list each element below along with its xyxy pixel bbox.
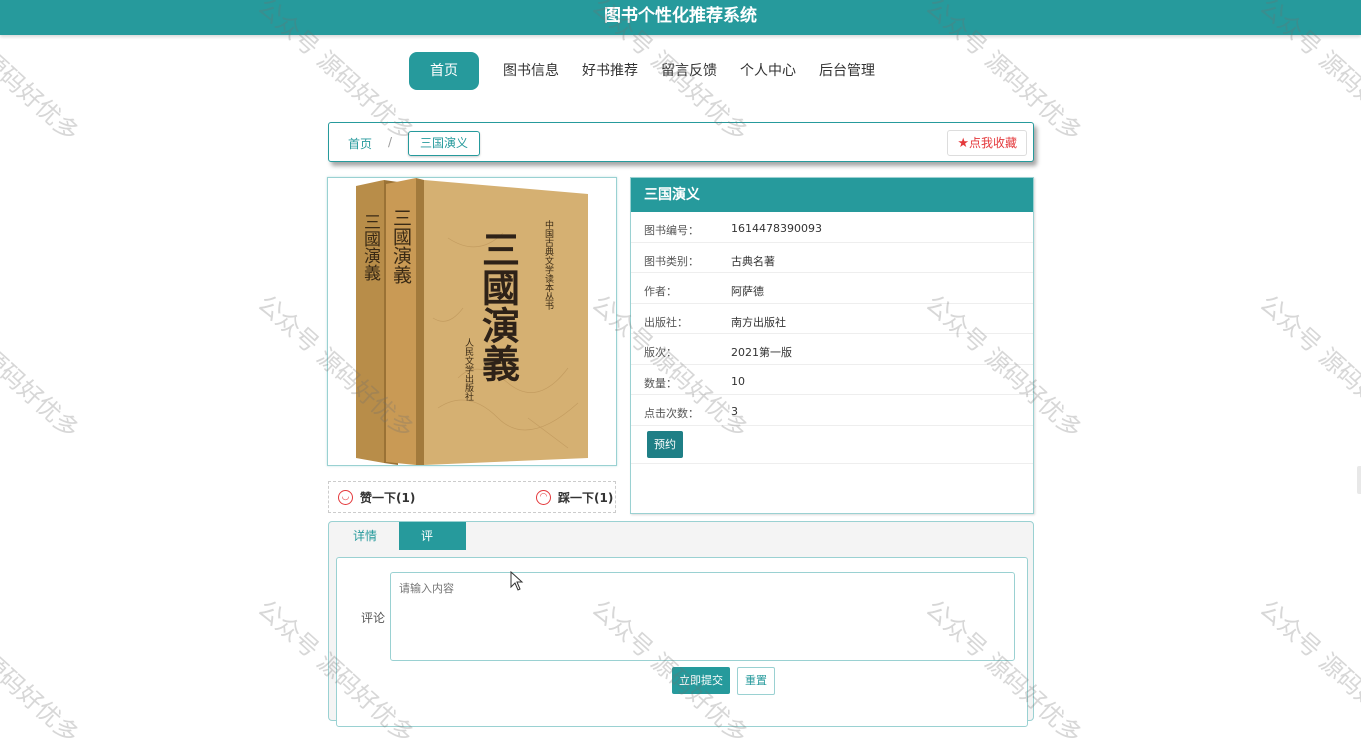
breadcrumb-current[interactable]: 三国演义	[408, 131, 481, 156]
tab-comments[interactable]: 评论	[399, 522, 466, 571]
info-row: 出版社： 南方出版社	[631, 304, 1033, 334]
vote-bar: ◡ 赞一下(1) ◠ 踩一下(1)	[328, 481, 616, 513]
info-key: 作者：	[644, 285, 677, 298]
nav-home[interactable]: 首页	[409, 52, 479, 90]
spine-title-front: 三國演義	[390, 208, 412, 284]
info-row: 点击次数： 3	[631, 395, 1033, 426]
info-key: 版次：	[644, 346, 677, 359]
info-key: 点击次数：	[644, 407, 699, 420]
detail-tabs: 详情 评论 评论 立即提交 重置	[328, 521, 1034, 727]
scroll-edge[interactable]	[1357, 466, 1361, 494]
reset-button[interactable]: 重置	[737, 667, 775, 695]
book-name-heading: 三国演义	[631, 178, 1033, 212]
favorite-button[interactable]: ★点我收藏	[947, 130, 1027, 156]
info-value: 南方出版社	[731, 315, 786, 329]
dislike-button[interactable]: ◠ 踩一下(1)	[536, 489, 613, 506]
book-cover-image: 三國演義 三國演義 三國演義 中国古典文学读本丛书 人民文学出版社	[356, 178, 588, 465]
info-row: 图书编号： 1614478390093	[631, 212, 1033, 243]
cover-publisher: 人民文学出版社	[463, 338, 474, 402]
submit-button[interactable]: 立即提交	[672, 667, 730, 694]
watermark-text: 公众号 源码好优多	[0, 594, 85, 749]
info-row: 数量： 10	[631, 365, 1033, 395]
info-key: 出版社：	[644, 315, 688, 329]
info-value: 10	[731, 374, 745, 388]
smile-icon: ◡	[338, 490, 353, 505]
main-nav: 首页 图书信息 好书推荐 留言反馈 个人中心 后台管理	[409, 52, 895, 90]
mouse-cursor-icon	[510, 571, 524, 591]
dislike-label: 踩一下(1)	[558, 491, 614, 505]
nav-admin[interactable]: 后台管理	[816, 52, 878, 90]
reserve-button[interactable]: 预约	[647, 431, 683, 458]
nav-feedback[interactable]: 留言反馈	[658, 52, 720, 90]
divider	[631, 463, 1033, 464]
info-value: 古典名著	[731, 254, 775, 268]
info-row: 版次： 2021第一版	[631, 334, 1033, 365]
info-key: 图书编号：	[644, 224, 699, 237]
tab-details[interactable]: 详情	[331, 522, 399, 550]
info-value: 1614478390093	[731, 222, 822, 235]
comment-form: 评论 立即提交 重置	[336, 557, 1028, 727]
book-info-panel: 三国演义 图书编号： 1614478390093 图书类别： 古典名著 作者： 阿萨德…	[630, 177, 1034, 514]
favorite-label: 点我收藏	[968, 136, 1017, 150]
comment-label: 评论	[361, 611, 386, 625]
info-key: 图书类别：	[644, 254, 699, 268]
app-header: 图书个性化推荐系统	[0, 0, 1361, 35]
frown-icon: ◠	[536, 490, 551, 505]
cover-side-text: 中国古典文学读本丛书	[543, 219, 554, 311]
comment-input[interactable]	[390, 572, 1015, 661]
breadcrumb-separator: /	[388, 135, 393, 149]
nav-profile[interactable]: 个人中心	[737, 52, 799, 90]
breadcrumb: 首页 / 三国演义 ★点我收藏	[328, 122, 1034, 162]
star-icon: ★	[957, 136, 969, 151]
info-row: 作者： 阿萨德	[631, 273, 1033, 304]
nav-book-info[interactable]: 图书信息	[500, 52, 562, 90]
like-label: 赞一下(1)	[360, 491, 416, 505]
watermark-text: 公众号 源码好优多	[1254, 289, 1361, 444]
watermark-text: 公众号 源码好优多	[1254, 594, 1361, 749]
info-row: 图书类别： 古典名著	[631, 243, 1033, 273]
nav-recommend[interactable]: 好书推荐	[579, 52, 641, 90]
book-cover-frame: 三國演義 三國演義 三國演義 中国古典文学读本丛书 人民文学出版社	[327, 177, 617, 466]
like-button[interactable]: ◡ 赞一下(1)	[338, 489, 415, 506]
spine-title-back: 三國演義	[360, 213, 381, 281]
info-value: 3	[731, 405, 738, 418]
info-value: 阿萨德	[731, 285, 764, 298]
breadcrumb-home[interactable]: 首页	[348, 135, 372, 152]
info-key: 数量：	[644, 376, 677, 390]
app-title: 图书个性化推荐系统	[604, 6, 757, 26]
info-value: 2021第一版	[731, 346, 792, 359]
cover-title: 三國演義	[476, 230, 521, 382]
watermark-text: 公众号 源码好优多	[0, 289, 85, 444]
